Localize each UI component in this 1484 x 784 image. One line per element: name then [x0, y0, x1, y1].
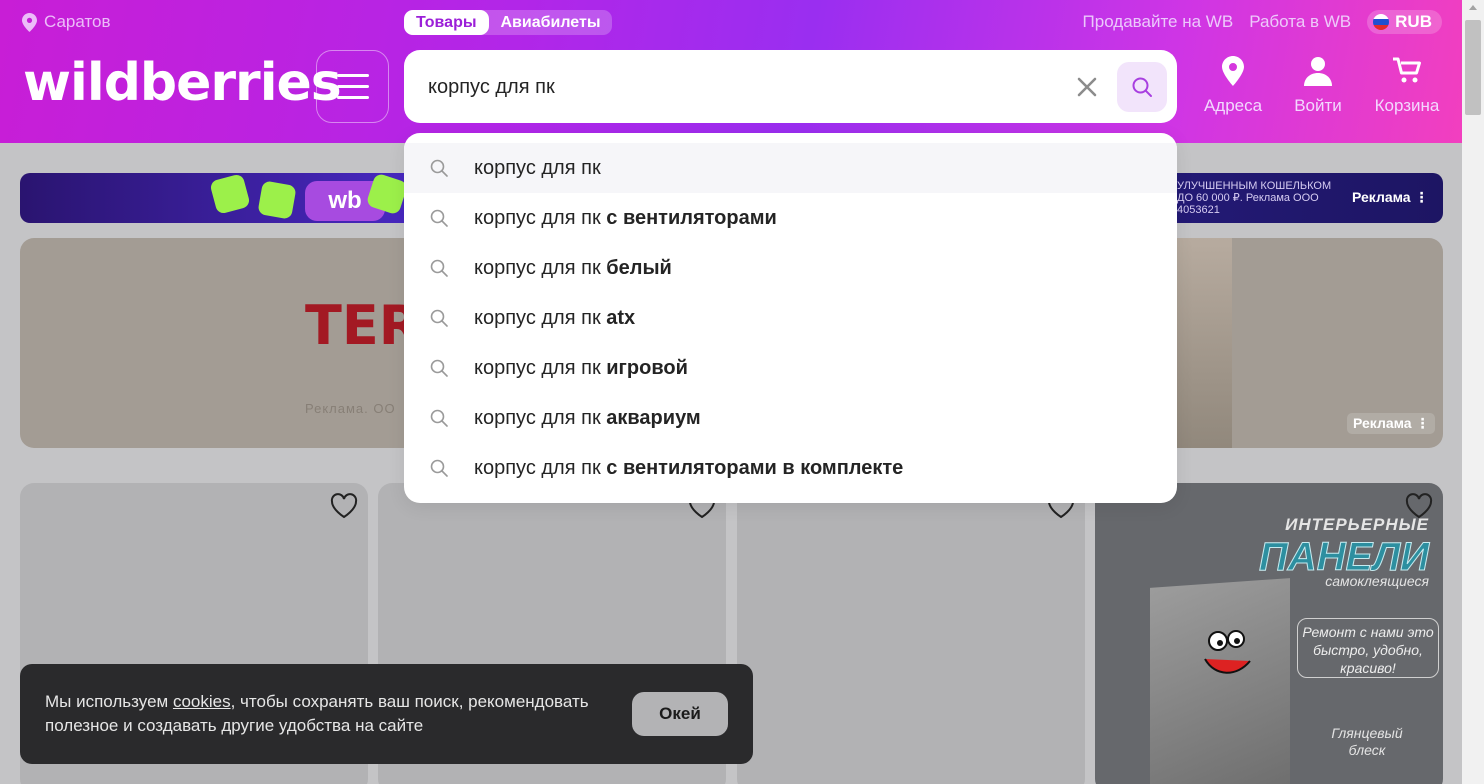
search-icon: [430, 209, 448, 227]
ad-label[interactable]: Реклама ⋮: [1352, 189, 1428, 206]
percent-chip-image: [257, 180, 297, 220]
search-bar: [404, 50, 1177, 123]
cart-icon: [1393, 57, 1421, 83]
ad-label[interactable]: Реклама ⋮: [1347, 413, 1436, 434]
sell-on-wb-link[interactable]: Продавайте на WB: [1083, 12, 1234, 32]
search-icon: [430, 259, 448, 277]
search-icon: [1132, 77, 1152, 97]
banner-photo: [1172, 238, 1232, 448]
promo-fine-print: УЛУЧШЕННЫМ КОШЕЛЬКОМ ДО 60 000 ₽. Реклам…: [1177, 180, 1332, 216]
location-icon: [22, 12, 37, 32]
cartoon-face-icon: [1204, 630, 1251, 674]
tab-goods[interactable]: Товары: [404, 10, 489, 35]
suggestion-item[interactable]: корпус для пк аквариум: [404, 393, 1177, 443]
tab-flights[interactable]: Авиабилеты: [489, 10, 613, 35]
cart-link[interactable]: Корзина: [1370, 54, 1444, 116]
cookies-link[interactable]: cookies: [173, 692, 231, 711]
addresses-link[interactable]: Адреса: [1200, 54, 1266, 116]
suggestion-completion: atx: [606, 306, 636, 329]
header-nav: Адреса Войти Корзина: [1200, 54, 1444, 116]
product-ad-footer: Глянцевый блеск: [1331, 725, 1403, 758]
suggestion-completion: с вентиляторами в комплекте: [606, 456, 904, 479]
suggestion-base: корпус для пк: [474, 356, 601, 379]
login-label: Войти: [1294, 96, 1342, 115]
suggestion-completion: аквариум: [606, 406, 701, 429]
search-button[interactable]: [1117, 62, 1167, 112]
percent-chip-image: [209, 173, 251, 215]
suggestion-base: корпус для пк: [474, 206, 601, 229]
burger-line: [336, 74, 369, 77]
scrollbar-thumb[interactable]: [1465, 20, 1481, 115]
suggestion-base: корпус для пк: [474, 256, 601, 279]
scroll-up-arrow-icon[interactable]: [1469, 5, 1477, 10]
work-at-wb-link[interactable]: Работа в WB: [1249, 12, 1351, 32]
search-icon: [430, 159, 448, 177]
suggestion-item[interactable]: корпус для пк игровой: [404, 343, 1177, 393]
city-label: Саратов: [44, 12, 111, 31]
banner-fine-print: Реклама. ОО: [305, 401, 396, 416]
search-icon: [430, 409, 448, 427]
city-selector[interactable]: Саратов: [22, 12, 111, 32]
currency-label: RUB: [1395, 12, 1432, 31]
header: Саратов Товары Авиабилеты Продавайте на …: [0, 0, 1462, 143]
product-ad-bubble: Ремонт с нами это быстро, удобно, красив…: [1297, 618, 1439, 678]
search-icon: [430, 359, 448, 377]
close-icon[interactable]: [1074, 74, 1100, 100]
suggestion-item[interactable]: корпус для пк с вентиляторами в комплект…: [404, 443, 1177, 493]
suggestion-completion: белый: [606, 256, 672, 279]
top-tabs: Товары Авиабилеты: [404, 10, 613, 35]
suggestion-base: корпус для пк: [474, 156, 601, 179]
cookie-text: Мы используем cookies, чтобы сохранять в…: [45, 690, 625, 738]
cart-label: Корзина: [1374, 96, 1440, 115]
suggestion-completion: с вентиляторами: [606, 206, 777, 229]
search-icon: [430, 309, 448, 327]
suggestion-base: корпус для пк: [474, 456, 601, 479]
suggestion-base: корпус для пк: [474, 306, 601, 329]
suggestion-item[interactable]: корпус для пк atx: [404, 293, 1177, 343]
suggestion-item[interactable]: корпус для пк белый: [404, 243, 1177, 293]
login-link[interactable]: Войти: [1266, 54, 1370, 116]
burger-line: [336, 96, 369, 99]
menu-button[interactable]: [316, 50, 389, 123]
suggestion-item[interactable]: корпус для пк с вентиляторами: [404, 193, 1177, 243]
heart-icon[interactable]: [1405, 493, 1433, 519]
russia-flag-icon: [1373, 14, 1390, 30]
search-icon: [430, 459, 448, 477]
cookie-accept-button[interactable]: Окей: [632, 692, 728, 736]
product-card[interactable]: [737, 483, 1085, 784]
user-icon: [1304, 57, 1332, 86]
suggestion-item[interactable]: корпус для пк: [404, 143, 1177, 193]
product-ad-line3: самоклеящиеся: [1325, 573, 1429, 589]
search-input[interactable]: [428, 72, 1048, 102]
cookie-text-start: Мы используем: [45, 692, 173, 711]
product-card[interactable]: ИНТЕРЬЕРНЫЕ ПАНЕЛИ самоклеящиеся Ремонт …: [1095, 483, 1443, 784]
burger-line: [336, 85, 369, 88]
cookie-notice: Мы используем cookies, чтобы сохранять в…: [20, 664, 753, 764]
scrollbar[interactable]: [1462, 0, 1484, 784]
map-pin-icon: [1222, 56, 1244, 86]
addresses-label: Адреса: [1203, 96, 1263, 115]
logo[interactable]: wildberries: [23, 53, 342, 113]
heart-icon[interactable]: [330, 493, 358, 519]
currency-selector[interactable]: RUB: [1367, 10, 1442, 34]
search-suggestions: корпус для пк корпус для пк с вентилятор…: [404, 133, 1177, 503]
suggestion-completion: игровой: [606, 356, 688, 379]
top-links: Продавайте на WB Работа в WB RUB: [1083, 10, 1462, 34]
suggestion-base: корпус для пк: [474, 406, 601, 429]
